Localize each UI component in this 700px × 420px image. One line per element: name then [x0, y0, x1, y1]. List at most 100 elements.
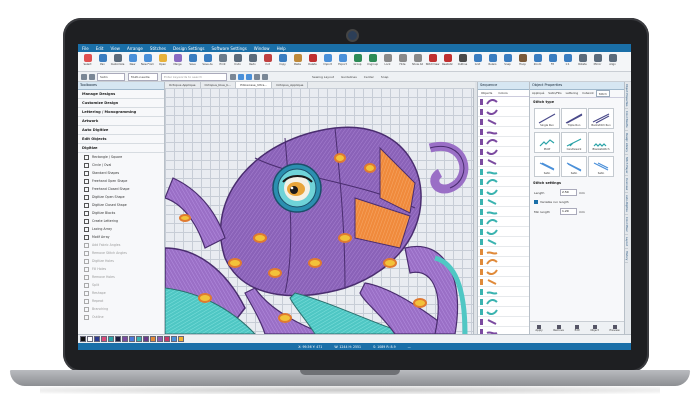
min-length-field[interactable]: 1.20	[560, 208, 577, 215]
properties-tab[interactable]: Lettering	[564, 90, 581, 97]
menu-item-edit[interactable]: Edit	[96, 46, 104, 51]
properties-tab[interactable]: Stitch	[595, 90, 610, 97]
toolbox-item[interactable]: Rectangle / Square	[78, 153, 164, 161]
ribbon-button-outline[interactable]: Outline	[456, 52, 469, 70]
thread-color-chip[interactable]	[87, 336, 93, 342]
side-tab-design-library[interactable]: Design Library	[625, 131, 628, 155]
sequence-row[interactable]	[478, 257, 530, 267]
sequence-row[interactable]	[478, 137, 530, 147]
ribbon-button-1-1[interactable]: 1:1	[561, 52, 574, 70]
ribbon-button-save[interactable]: Save	[186, 52, 199, 70]
side-tab-layout[interactable]: Layout	[625, 235, 628, 249]
search-icon[interactable]	[230, 73, 236, 80]
ribbon-button-ungroup[interactable]: Ungroup	[366, 52, 379, 70]
toolbox-section-manage-designs[interactable]: Manage Designs	[78, 90, 164, 99]
align-icon[interactable]	[254, 73, 260, 80]
ribbon-button-select[interactable]: Select	[81, 52, 94, 70]
apply-button[interactable]: Apply	[535, 324, 543, 332]
toolbox-item[interactable]: Remove Holes	[78, 273, 164, 281]
align-icon[interactable]	[262, 73, 268, 80]
menu-item-software-settings[interactable]: Software Settings	[211, 46, 246, 51]
ribbon-button-cut[interactable]: Cut	[261, 52, 274, 70]
ribbon-button-rotate[interactable]: Rotate	[576, 52, 589, 70]
sequence-row[interactable]	[478, 157, 530, 167]
tab-objects[interactable]: Objects	[478, 90, 495, 96]
stitch-type-option[interactable]: Satin	[534, 156, 560, 177]
toolbox-section-artwork[interactable]: Artwork	[78, 117, 164, 126]
ribbon-button-new[interactable]: New	[126, 52, 139, 70]
ribbon-button-save-as[interactable]: Save As	[201, 52, 214, 70]
snap-button[interactable]: Snap	[379, 74, 391, 80]
side-tab-history[interactable]: History	[625, 249, 628, 263]
sequence-row[interactable]	[478, 97, 530, 107]
sequence-row[interactable]	[478, 197, 530, 207]
toolbox-item[interactable]: Create Lettering	[78, 217, 164, 225]
stitch-type-option[interactable]: Blanketstitch	[588, 132, 614, 153]
sequence-row[interactable]	[478, 147, 530, 157]
toolbox-item[interactable]: Digitize Closed Shape	[78, 201, 164, 209]
toolbox-item[interactable]: Digitize Holes	[78, 257, 164, 265]
properties-tab[interactable]: Satin/Fills	[546, 90, 563, 97]
thread-color-chip[interactable]	[80, 336, 86, 342]
ribbon-button-hide[interactable]: Hide	[396, 52, 409, 70]
guidelines-button[interactable]: Guidelines	[339, 74, 359, 80]
remove-button[interactable]: Remove	[553, 324, 564, 332]
side-tab-color-mixer[interactable]: Color Mixer	[625, 215, 628, 235]
sewing-layout-button[interactable]: Sewing Layout	[310, 74, 336, 80]
toolbox-item[interactable]: Lacing Array	[78, 225, 164, 233]
menu-item-stitches[interactable]: Stitches	[150, 46, 166, 51]
ribbon-button-snap[interactable]: Snap	[501, 52, 514, 70]
ribbon-button-customize[interactable]: Customize	[111, 52, 124, 70]
thread-color-chip[interactable]	[143, 336, 149, 342]
toolbox-item[interactable]: Reshape	[78, 289, 164, 297]
ribbon-button-stitchview[interactable]: StitchView	[426, 52, 439, 70]
sequence-row[interactable]	[478, 127, 530, 137]
center-button[interactable]: Center	[362, 74, 376, 80]
variable-run-checkbox[interactable]	[534, 200, 538, 204]
ribbon-button-copy[interactable]: Copy	[276, 52, 289, 70]
design-canvas[interactable]	[165, 88, 475, 334]
properties-tab[interactable]: Appliqué	[530, 90, 546, 97]
menu-item-file[interactable]: File	[82, 46, 89, 51]
ribbon-button-lock[interactable]: Lock	[381, 52, 394, 70]
color-icon[interactable]	[238, 73, 244, 80]
thread-color-chip[interactable]	[129, 336, 135, 342]
toolbox-item[interactable]: Standard Shapes	[78, 169, 164, 177]
toolbox-section-lettering-monogramming[interactable]: Lettering / Monogramming	[78, 108, 164, 117]
sequence-row[interactable]	[478, 237, 530, 247]
sequence-row[interactable]	[478, 247, 530, 257]
stitch-type-option[interactable]: Backstitch Run	[588, 108, 614, 129]
menu-item-design-settings[interactable]: Design Settings	[173, 46, 205, 51]
ribbon-button-align[interactable]: Align	[606, 52, 619, 70]
ribbon-button-group[interactable]: Group	[351, 52, 364, 70]
thread-color-chip[interactable]	[171, 336, 177, 342]
tab-colors[interactable]: Colors	[495, 90, 510, 96]
sequence-row[interactable]	[478, 287, 530, 297]
sequence-row[interactable]	[478, 187, 530, 197]
ribbon-button-paste[interactable]: Paste	[291, 52, 304, 70]
toolbox-item[interactable]: Branching	[78, 305, 164, 313]
stitch-type-option[interactable]: Candlewick	[561, 132, 587, 153]
side-tab-overview[interactable]: Overview	[625, 176, 628, 194]
toolbox-section-customize-design[interactable]: Customize Design	[78, 99, 164, 108]
ribbon-button-rulers[interactable]: Rulers	[486, 52, 499, 70]
sequence-row[interactable]	[478, 267, 530, 277]
menu-item-arrange[interactable]: Arrange	[127, 46, 143, 51]
thread-color-chip[interactable]	[136, 336, 142, 342]
sequence-row[interactable]	[478, 277, 530, 287]
toolbox-item[interactable]: Circle / Oval	[78, 161, 164, 169]
ribbon-button-fit[interactable]: Fit	[546, 52, 559, 70]
thread-color-chip[interactable]	[115, 336, 121, 342]
ribbon-button-zoom[interactable]: Zoom	[531, 52, 544, 70]
sequence-row[interactable]	[478, 167, 530, 177]
side-tab-auto-digitize[interactable]: Auto-Digitize	[625, 193, 628, 216]
toolbox-item[interactable]: Digitize Blocks	[78, 209, 164, 217]
toolbox-section-auto-digitize[interactable]: Auto Digitize	[78, 126, 164, 135]
sequence-row[interactable]	[478, 117, 530, 127]
select-tool-icon[interactable]	[81, 73, 87, 80]
ribbon-button-undo[interactable]: Undo	[231, 52, 244, 70]
stitch-type-option[interactable]: Satin	[588, 156, 614, 177]
toolbox-item[interactable]: Split	[78, 281, 164, 289]
ribbon-button-merge[interactable]: Merge	[171, 52, 184, 70]
sequence-row[interactable]	[478, 217, 530, 227]
